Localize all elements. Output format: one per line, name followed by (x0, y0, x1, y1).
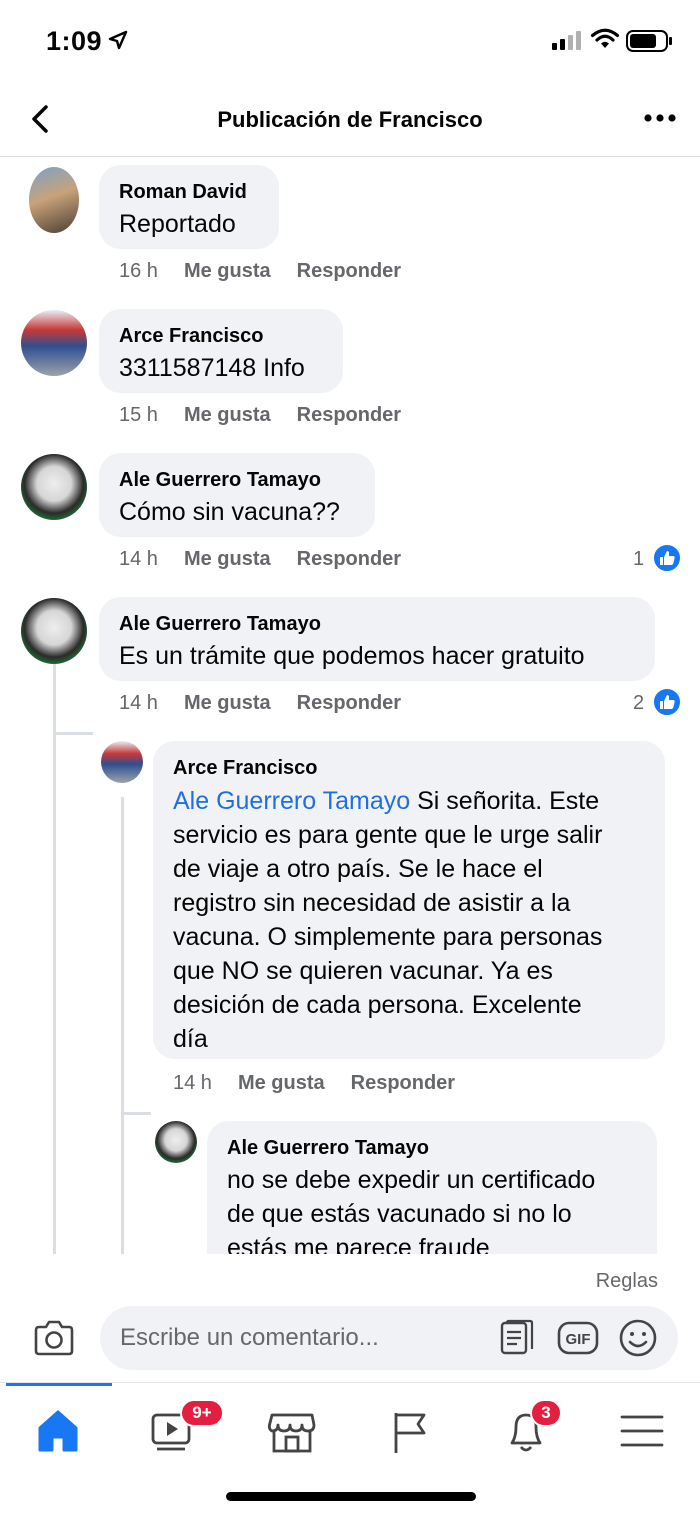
comment-meta: 16 h Me gusta Responder (119, 260, 427, 283)
thread-line (121, 797, 124, 1254)
signal-icon (552, 31, 581, 50)
navigation-bar: Publicación de Francisco (0, 80, 700, 157)
comment-author[interactable]: Ale Guerrero Tamayo (119, 613, 321, 636)
reply-text: no se debe expedir un certificado de que… (227, 1163, 647, 1254)
page-title: Publicación de Francisco (217, 107, 483, 132)
like-button[interactable]: Me gusta (184, 548, 271, 570)
gif-label: GIF (566, 1331, 591, 1348)
avatar[interactable] (21, 454, 87, 520)
reply-line: Si señorita. Este (417, 787, 600, 815)
status-time: 1:09 (46, 26, 103, 56)
comment-author[interactable]: Roman David (119, 181, 247, 204)
reply-line: de que estás vacunado si no lo (227, 1200, 572, 1228)
avatar[interactable] (21, 310, 87, 376)
reply-line: registro sin necesidad de asistir a la (173, 889, 571, 917)
avatar[interactable] (155, 1121, 197, 1163)
thread-line (53, 732, 93, 735)
home-icon[interactable] (28, 1403, 88, 1459)
gif-icon[interactable]: GIF (556, 1320, 600, 1356)
more-dots-icon[interactable] (640, 106, 680, 130)
like-button[interactable]: Me gusta (184, 260, 271, 282)
comment-time: 15 h (119, 404, 158, 426)
comment-list: Roman David Reportado 16 h Me gusta Respon… (0, 157, 700, 1254)
like-reaction-icon (652, 543, 682, 573)
comment-text: Reportado (119, 210, 236, 238)
reaction-count[interactable]: 2 (633, 692, 644, 715)
reply-line: servicio es para gente que le urge salir (173, 821, 603, 849)
marketplace-icon[interactable] (262, 1403, 322, 1459)
rules-bar: Reglas (0, 1254, 700, 1304)
comment-meta: 15 h Me gusta Responder (119, 404, 427, 427)
comment-meta: 14 h Me gusta Responder (119, 548, 427, 571)
reply-button[interactable]: Responder (297, 692, 401, 714)
reply-button[interactable]: Responder (351, 1072, 455, 1094)
pages-flag-icon[interactable] (380, 1403, 440, 1459)
wifi-icon (590, 28, 620, 48)
reply-button[interactable]: Responder (297, 548, 401, 570)
notifications-badge: 3 (530, 1399, 562, 1427)
sticker-icon[interactable] (496, 1318, 536, 1358)
reaction-count[interactable]: 1 (633, 548, 644, 571)
mention-link[interactable]: Ale Guerrero Tamayo (173, 787, 410, 815)
thread-line (121, 1112, 151, 1115)
reply-line: de viaje a otro país. Se le hace el (173, 855, 543, 883)
like-button[interactable]: Me gusta (238, 1072, 325, 1094)
comment-composer: Escribe un comentario... GIF (0, 1300, 700, 1380)
comment-author[interactable]: Arce Francisco (119, 325, 264, 348)
watch-badge: 9+ (180, 1399, 224, 1427)
comment-time: 14 h (119, 692, 158, 714)
comment-text: Es un trámite que podemos hacer gratuito (119, 642, 585, 670)
reply-author[interactable]: Ale Guerrero Tamayo (227, 1137, 429, 1160)
thread-line (53, 657, 56, 1254)
rules-link[interactable]: Reglas (596, 1270, 658, 1293)
camera-icon[interactable] (32, 1318, 76, 1358)
comment-text: 3311587148 Info (119, 354, 305, 382)
comment-input-placeholder: Escribe un comentario... (120, 1324, 379, 1351)
status-bar: 1:09 (0, 0, 700, 80)
emoji-icon[interactable] (618, 1318, 658, 1358)
reply-meta: 14 h Me gusta Responder (173, 1072, 481, 1095)
battery-icon (626, 30, 672, 52)
reply-line: vacuna. O simplemente para personas (173, 923, 603, 951)
location-arrow-icon (108, 30, 128, 50)
avatar[interactable] (29, 167, 79, 233)
like-reaction-icon (652, 687, 682, 717)
like-button[interactable]: Me gusta (184, 404, 271, 426)
reply-line: que NO se quieren vacunar. Ya es (173, 957, 553, 985)
reply-button[interactable]: Responder (297, 260, 401, 282)
reply-button[interactable]: Responder (297, 404, 401, 426)
comment-input[interactable]: Escribe un comentario... GIF (100, 1306, 678, 1370)
comment-text: Cómo sin vacuna?? (119, 498, 340, 526)
reply-line: día (173, 1025, 208, 1053)
avatar[interactable] (101, 741, 143, 783)
comment-meta: 14 h Me gusta Responder (119, 692, 427, 715)
comment-time: 14 h (119, 548, 158, 570)
reply-line: estás me parece fraude (227, 1234, 490, 1254)
comment-time: 16 h (119, 260, 158, 282)
reply-text: Ale Guerrero Tamayo Si señorita. Este se… (173, 784, 653, 1056)
home-indicator (226, 1492, 476, 1501)
reply-line: desición de cada persona. Excelente (173, 991, 582, 1019)
reply-line: no se debe expedir un certificado (227, 1166, 596, 1194)
like-button[interactable]: Me gusta (184, 692, 271, 714)
reply-author[interactable]: Arce Francisco (173, 757, 318, 780)
reply-time: 14 h (173, 1072, 212, 1094)
menu-icon[interactable] (612, 1403, 672, 1459)
avatar[interactable] (21, 598, 87, 664)
active-tab-indicator (6, 1383, 112, 1386)
comment-author[interactable]: Ale Guerrero Tamayo (119, 469, 321, 492)
